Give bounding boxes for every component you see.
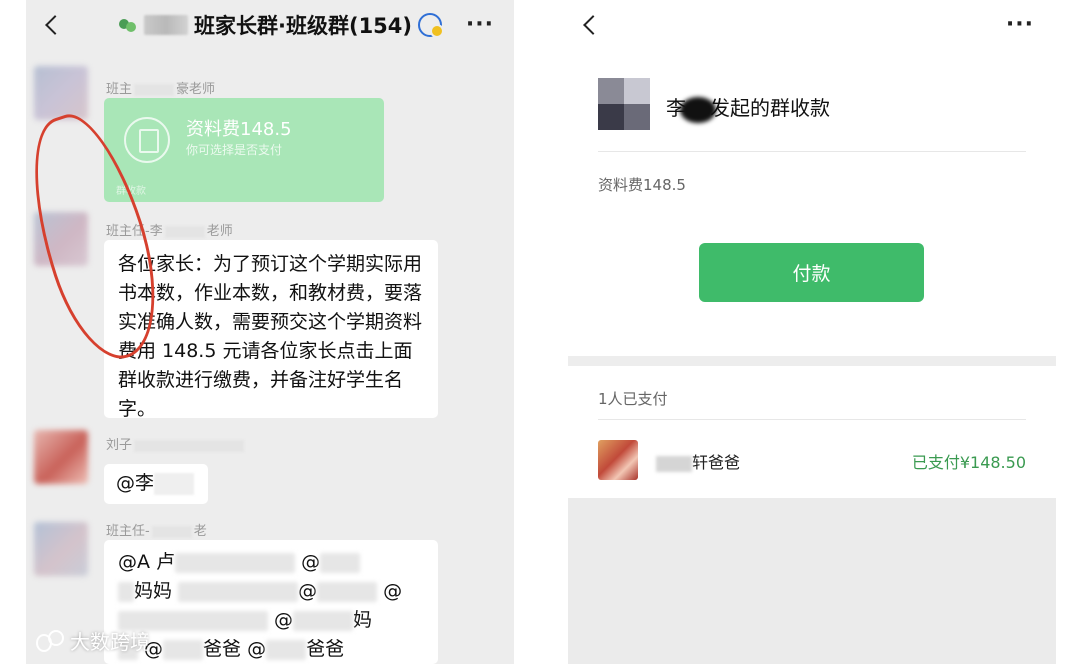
redacted-name (656, 455, 692, 472)
paid-count: 1人已支付 (598, 390, 668, 408)
message-sender: 刘子 (106, 434, 246, 453)
redacted-text (163, 639, 204, 660)
redacted-text (154, 472, 195, 495)
more-options-icon[interactable]: ··· (1006, 12, 1034, 37)
redacted-text (266, 639, 307, 660)
pay-button[interactable]: 付款 (699, 243, 924, 302)
payer-status: 已支付¥148.50 (911, 453, 1026, 472)
avatar[interactable] (34, 66, 88, 120)
redacted-text (293, 610, 354, 631)
redacted-name (151, 525, 192, 538)
redacted-name (164, 225, 205, 238)
payer-name: 轩爸爸 (656, 449, 740, 473)
initiator-avatar (598, 78, 650, 130)
enterprise-group-icon (418, 13, 445, 38)
chat-title: 班家长群·班级群(154) (194, 14, 413, 38)
redacted-name (680, 96, 716, 123)
more-options-icon[interactable]: ··· (466, 12, 494, 37)
chat-header: 班家长群·班级群(154) ··· (26, 0, 514, 50)
section-separator (568, 356, 1056, 366)
redacted-text (118, 581, 134, 602)
redacted-class-name (144, 15, 188, 35)
empty-area (568, 498, 1056, 664)
message-sender: 班主 豪老师 (106, 82, 216, 97)
avatar[interactable] (34, 522, 88, 576)
avatar[interactable] (34, 430, 88, 484)
redacted-text (175, 552, 296, 573)
redacted-text (320, 552, 361, 573)
payer-avatar (598, 440, 638, 480)
watermark: 大数跨境 (34, 626, 150, 655)
redacted-name (134, 83, 175, 96)
back-arrow-icon[interactable] (580, 11, 606, 39)
message-bubble[interactable]: @李 (104, 464, 208, 504)
divider (598, 151, 1026, 152)
message-sender: 班主任- 老 (106, 524, 207, 539)
redacted-name (134, 439, 245, 452)
collection-detail-panel: ··· 李发起的群收款 资料费148.5 付款 1人已支付 轩爸爸 已支付¥14… (568, 0, 1056, 664)
message-bubble[interactable]: 各位家长：为了预订这个学期实际用书本数，作业本数，和教材费，要落实准确人数，需要… (104, 240, 438, 420)
document-icon (124, 117, 170, 163)
card-subtitle: 你可选择是否支付 (186, 143, 283, 157)
redacted-text (317, 581, 378, 602)
chat-title-group: 班家长群·班级群(154) (118, 10, 445, 40)
back-arrow-icon[interactable] (42, 11, 68, 39)
collection-item-description: 资料费148.5 (598, 176, 686, 194)
group-collection-card[interactable]: 资料费148.5 你可选择是否支付 群收款 (104, 98, 384, 202)
collection-title: 李发起的群收款 (666, 92, 830, 123)
watermark-logo-icon (34, 629, 64, 652)
divider (598, 419, 1026, 420)
group-chat-panel: 班家长群·班级群(154) ··· 班主 豪老师 资料费148.5 你可选择是否支… (26, 0, 514, 664)
card-title: 资料费148.5 (186, 119, 292, 140)
group-chat-icon (118, 16, 138, 34)
message-bubble[interactable]: @A 卢 @ 妈妈 @ @ @妈 @爸爸 @爸爸 @ (104, 540, 438, 664)
redacted-text (178, 581, 299, 602)
